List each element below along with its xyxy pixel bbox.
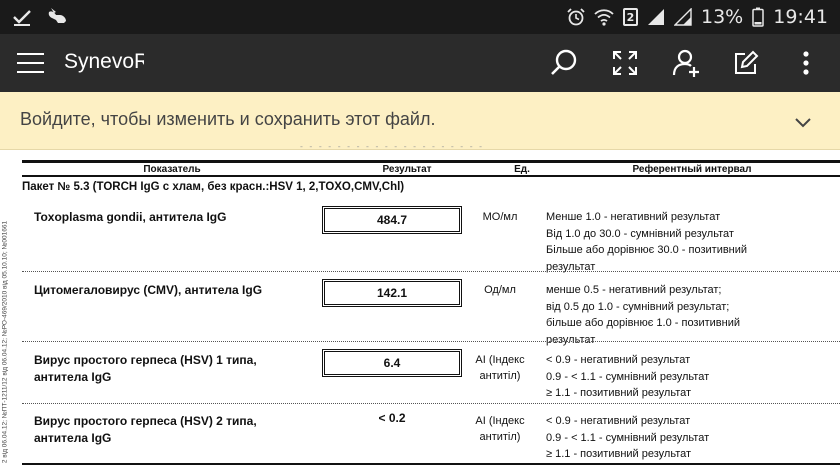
result-name: Цитомегаловирус (CMV), антитела IgG xyxy=(34,282,304,299)
header-unit: Ед. xyxy=(514,164,530,175)
app-bar: SynevoRe xyxy=(0,34,840,92)
reference-interval-line: ≥ 1.1 - позитивний результат xyxy=(546,448,692,460)
search-icon xyxy=(551,49,577,75)
result-name-line: антитела IgG xyxy=(34,370,112,384)
row-separator xyxy=(22,341,840,342)
result-unit: МО/мл xyxy=(470,209,530,225)
side-stamp-text: 2 вiд 06.04.12; №ПТ-1211/12 вiд 06.04.12… xyxy=(1,220,9,463)
sign-in-banner-text: Войдите, чтобы изменить и сохранить этот… xyxy=(20,109,436,129)
checkmark-icon xyxy=(12,8,32,26)
result-unit: AI (Iндекс антитiл) xyxy=(470,413,530,445)
menu-icon-line xyxy=(17,71,44,73)
search-button[interactable] xyxy=(548,47,580,79)
fullscreen-icon xyxy=(613,51,637,75)
reference-interval-line: 0.9 - < 1.1 - сумнiвний результат xyxy=(546,370,710,383)
reference-interval: Менше 1.0 - негативний результат Вiд 1.0 … xyxy=(546,209,786,275)
banner-expand-button[interactable] xyxy=(792,111,814,133)
alarm-icon xyxy=(567,8,585,26)
result-value: 484.7 xyxy=(322,206,462,234)
reference-interval-line: Бiльше або дорiвнює 30.0 - позитивний xyxy=(546,244,748,256)
reference-interval-line: вiд 0.5 до 1.0 - сумнiвний результат; xyxy=(546,300,730,313)
result-name-line: антитела IgG xyxy=(34,431,112,445)
result-unit-line: AI (Iндекс xyxy=(475,354,525,366)
status-bar-system: 2 13% 19:41 xyxy=(567,0,828,34)
battery-icon xyxy=(752,7,764,27)
cropped-header-remnant: - - - - - - - - - - - - - - - - - - - - xyxy=(300,142,485,151)
row-separator xyxy=(22,403,840,404)
signal-icon-secondary xyxy=(674,8,692,26)
side-stamp: 2 вiд 06.04.12; №ПТ-1211/12 вiд 06.04.12… xyxy=(0,210,10,473)
reference-interval-line: Менше 1.0 - негативний результат xyxy=(546,211,721,223)
result-unit-line: МО/мл xyxy=(482,211,518,223)
reference-interval-line: результат xyxy=(546,260,596,273)
edit-button[interactable] xyxy=(730,47,762,79)
menu-icon-line xyxy=(17,62,44,64)
result-value: 6.4 xyxy=(322,349,462,377)
result-unit: Од/мл xyxy=(470,282,530,298)
wifi-icon xyxy=(594,8,614,26)
menu-button[interactable] xyxy=(17,53,44,73)
reference-interval-line: < 0.9 - негативний результат xyxy=(546,354,691,366)
status-bar: 2 13% 19:41 xyxy=(0,0,840,34)
status-bar-notifications xyxy=(12,0,68,34)
reference-interval: < 0.9 - негативний результат 0.9 - < 1.1 … xyxy=(546,352,786,402)
result-name-line: Цитомегаловирус (CMV), антитела IgG xyxy=(34,283,263,297)
app-title: SynevoRe xyxy=(64,50,144,73)
fullscreen-button[interactable] xyxy=(609,47,641,79)
reference-interval-line: ≥ 1.1 - позитивний результат xyxy=(546,387,692,399)
result-name: Toxoplasma gondii, антитела IgG xyxy=(34,209,304,226)
chevron-down-icon xyxy=(795,118,811,128)
reference-interval-line: результат xyxy=(546,333,596,346)
rabbit-icon xyxy=(46,8,68,26)
more-vertical-icon xyxy=(803,51,809,75)
table-header: Показатель Результат Ед. Референтный инт… xyxy=(22,160,840,177)
package-title: Пакет № 5.3 (TORCH IgG с хлам, без красн… xyxy=(22,181,405,193)
header-reference: Референтный интервал xyxy=(632,164,752,175)
result-name-line: Вирус простого герпеса (HSV) 2 типа, xyxy=(34,414,257,428)
result-unit-line: антитiл) xyxy=(479,431,521,443)
result-name-line: Toxoplasma gondii, антитела IgG xyxy=(34,210,227,224)
clock: 19:41 xyxy=(773,6,828,28)
add-person-icon xyxy=(672,49,699,77)
header-indicator: Показатель xyxy=(143,164,201,175)
reference-interval-line: < 0.9 - негативний результат xyxy=(546,415,691,427)
reference-interval-line: бiльше або дорiвнює 1.0 - позитивний xyxy=(546,317,741,329)
result-unit-line: антитiл) xyxy=(479,370,521,382)
signal-icon xyxy=(647,8,665,26)
result-value: 142.1 xyxy=(322,279,462,307)
bottom-rule xyxy=(22,463,840,465)
battery-percent: 13% xyxy=(701,6,744,28)
row-separator xyxy=(22,271,840,272)
menu-icon xyxy=(17,53,44,55)
result-name: Вирус простого герпеса (HSV) 2 типа, анти… xyxy=(34,413,304,447)
result-unit: AI (Iндекс антитiл) xyxy=(470,352,530,384)
reference-interval-line: Вiд 1.0 до 30.0 - сумнiвний результат xyxy=(546,227,734,240)
result-unit-line: AI (Iндекс xyxy=(475,415,525,427)
share-button[interactable] xyxy=(670,47,702,79)
result-name-line: Вирус простого герпеса (HSV) 1 типа, xyxy=(34,353,257,367)
reference-interval: менше 0.5 - негативний результат; вiд 0.5… xyxy=(546,282,786,348)
more-options-button[interactable] xyxy=(790,47,822,79)
header-result: Результат xyxy=(382,164,432,175)
result-name: Вирус простого герпеса (HSV) 1 типа, анти… xyxy=(34,352,304,386)
reference-interval: < 0.9 - негативний результат 0.9 - < 1.1 … xyxy=(546,413,786,463)
reference-interval-line: 0.9 - < 1.1 - сумнiвний результат xyxy=(546,431,710,444)
edit-icon xyxy=(735,50,759,74)
result-unit-line: Од/мл xyxy=(484,284,516,296)
sim-badge: 2 xyxy=(623,8,638,26)
reference-interval-line: менше 0.5 - негативний результат; xyxy=(546,284,722,296)
result-value: < 0.2 xyxy=(378,411,406,425)
